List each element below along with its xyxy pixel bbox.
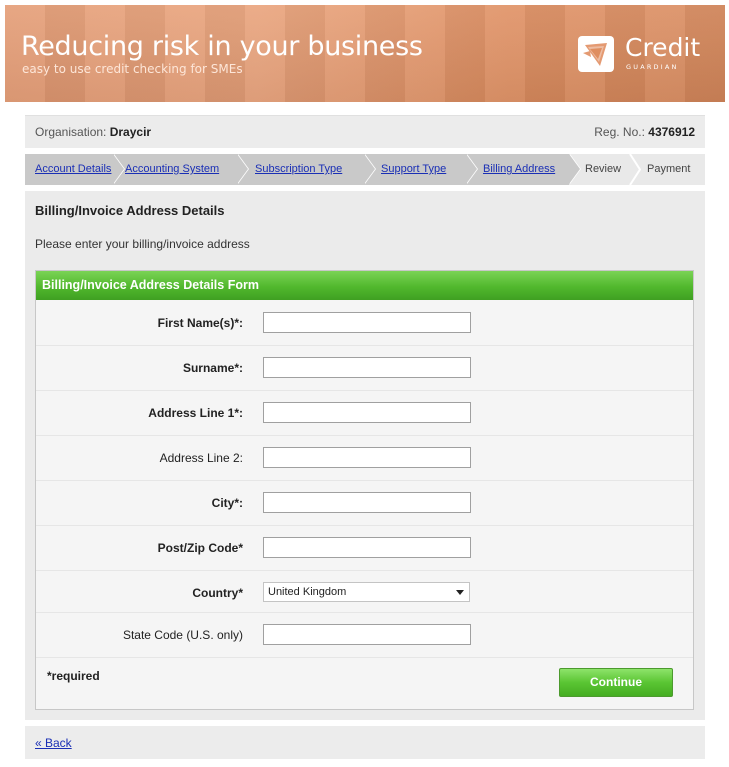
chevron-down-icon	[456, 590, 464, 595]
step-label-payment: Payment	[647, 163, 691, 175]
main-panel: Billing/Invoice Address Details Please e…	[25, 191, 705, 720]
step-subscription-type[interactable]: Subscription Type	[237, 154, 376, 185]
surname-label: Surname*:	[182, 361, 243, 375]
form-row-first-name: First Name(s)*:	[36, 301, 693, 346]
organisation-bar: Organisation: Draycir Reg. No.: 4376912	[25, 115, 705, 148]
country-label: Country*	[192, 586, 243, 600]
organisation-info: Organisation: Draycir	[35, 125, 151, 139]
step-link-account-details[interactable]: Account Details	[35, 163, 111, 175]
step-payment: Payment	[635, 154, 705, 185]
address-line-1-label: Address Line 1*:	[148, 406, 243, 420]
step-link-support-type[interactable]: Support Type	[381, 163, 446, 175]
billing-address-form: Billing/Invoice Address Details Form Fir…	[35, 270, 694, 710]
first-name-input[interactable]	[263, 312, 471, 333]
organisation-name: Draycir	[109, 125, 152, 139]
step-account-details[interactable]: Account Details	[25, 154, 125, 185]
registration-number: 4376912	[648, 125, 695, 139]
banner-title: Reducing risk in your business	[21, 31, 423, 62]
continue-button[interactable]: Continue	[559, 668, 673, 697]
organisation-label: Organisation:	[35, 125, 107, 139]
form-row-surname: Surname*:	[36, 346, 693, 391]
address-line-2-label: Address Line 2:	[159, 451, 243, 465]
form-row-post-code: Post/Zip Code*	[36, 526, 693, 571]
state-code-input[interactable]	[263, 624, 471, 645]
progress-steps: Account Details Accounting System Subscr…	[25, 154, 705, 185]
page-title: Billing/Invoice Address Details	[35, 203, 225, 218]
city-input[interactable]	[263, 492, 471, 513]
step-separator-icon	[629, 154, 641, 185]
address-line-1-input[interactable]	[263, 402, 471, 423]
form-row-city: City*:	[36, 481, 693, 526]
form-row-address-line-1: Address Line 1*:	[36, 391, 693, 436]
post-code-label: Post/Zip Code*	[157, 541, 243, 555]
surname-input[interactable]	[263, 357, 471, 378]
city-label: City*:	[211, 496, 243, 510]
form-row-state-code: State Code (U.S. only)	[36, 613, 693, 658]
step-link-accounting-system[interactable]: Accounting System	[125, 163, 219, 175]
step-billing-address[interactable]: Billing Address	[466, 154, 581, 185]
address-line-2-input[interactable]	[263, 447, 471, 468]
registration-label: Reg. No.:	[594, 125, 645, 139]
back-bar: « Back	[25, 726, 705, 759]
credit-guardian-logo[interactable]: Credit GUARDIAN	[578, 33, 718, 76]
logo-subtext: GUARDIAN	[626, 63, 679, 71]
step-link-billing-address[interactable]: Billing Address	[483, 163, 555, 175]
back-link[interactable]: « Back	[35, 736, 72, 750]
header-banner: Reducing risk in your business easy to u…	[5, 5, 725, 102]
page-intro: Please enter your billing/invoice addres…	[35, 237, 250, 251]
step-support-type[interactable]: Support Type	[364, 154, 478, 185]
post-code-input[interactable]	[263, 537, 471, 558]
step-link-subscription-type[interactable]: Subscription Type	[255, 163, 342, 175]
state-code-label: State Code (U.S. only)	[122, 628, 243, 642]
step-label-review: Review	[585, 163, 622, 175]
country-selected-value: United Kingdom	[268, 586, 347, 598]
banner-subtitle: easy to use credit checking for SMEs	[22, 62, 243, 76]
required-note: *required	[47, 669, 100, 683]
step-accounting-system[interactable]: Accounting System	[113, 154, 249, 185]
form-row-address-line-2: Address Line 2:	[36, 436, 693, 481]
logo-wordmark: Credit	[625, 33, 701, 62]
form-row-country: Country* United Kingdom	[36, 571, 693, 613]
first-name-label: First Name(s)*:	[157, 316, 243, 330]
registration-info: Reg. No.: 4376912	[594, 125, 695, 139]
form-header: Billing/Invoice Address Details Form	[36, 271, 693, 300]
shield-icon	[578, 36, 614, 72]
country-select[interactable]: United Kingdom	[263, 582, 470, 602]
